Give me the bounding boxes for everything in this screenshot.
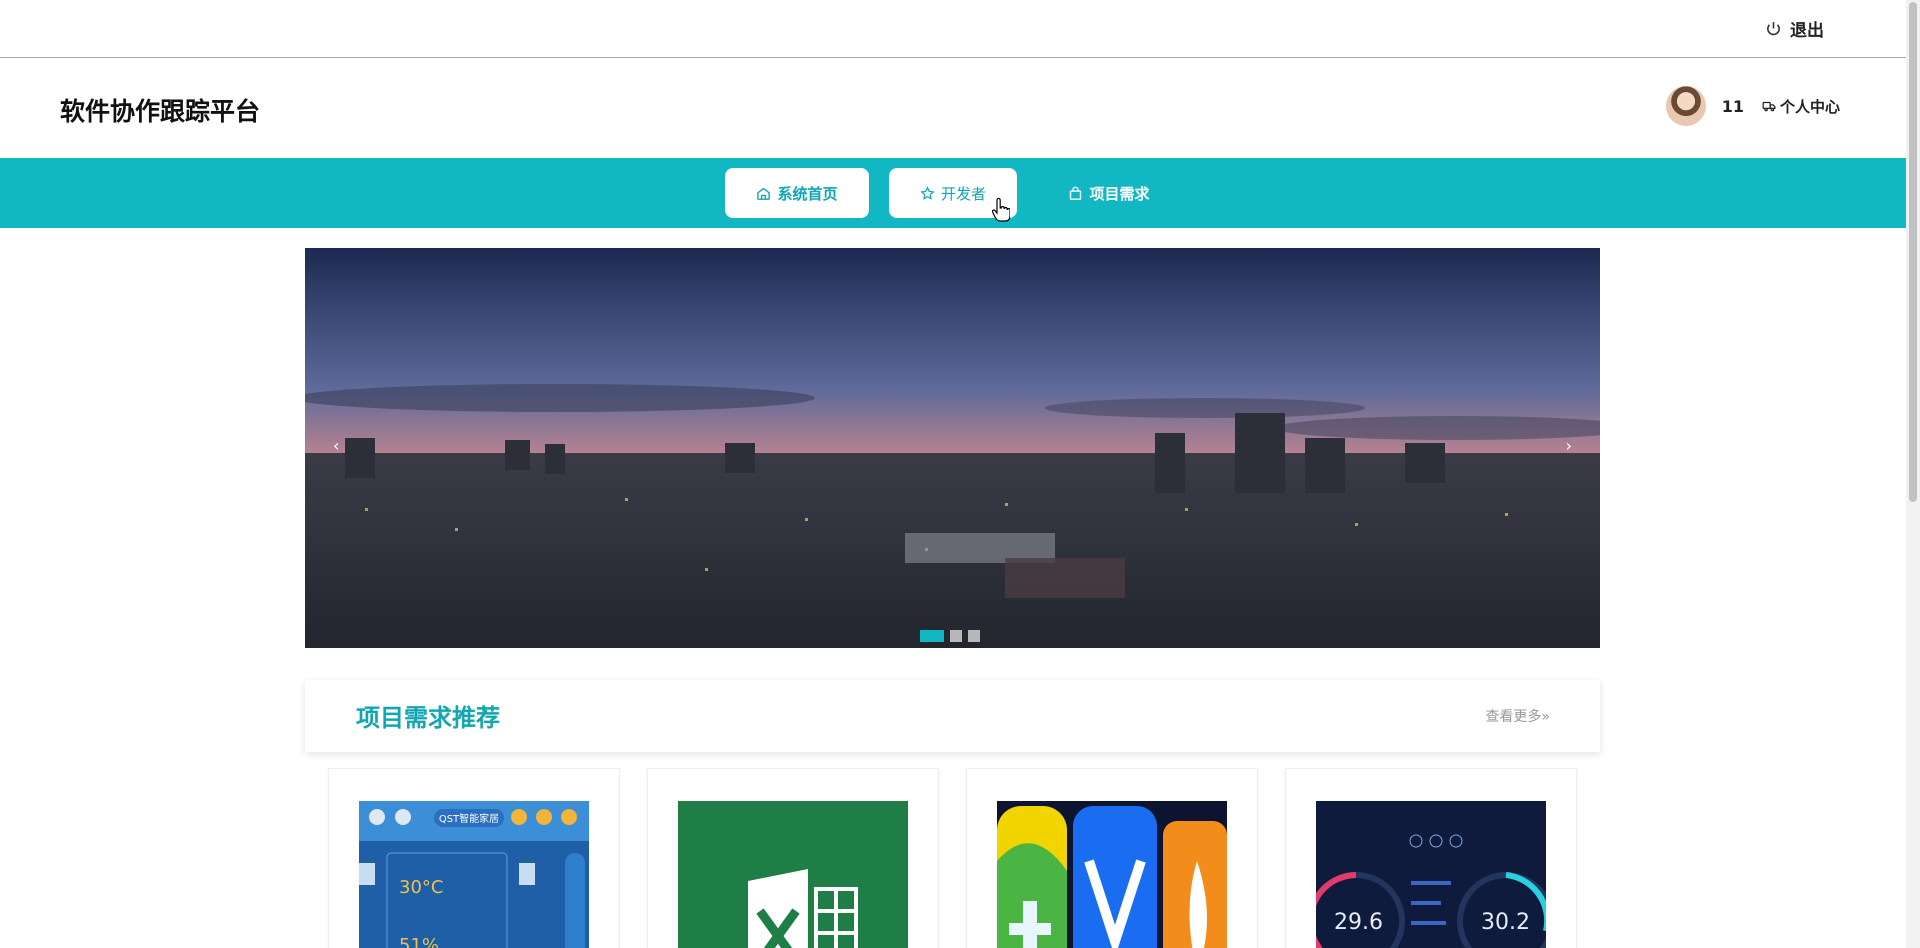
hand-cursor-icon [992,198,1010,222]
dashboard-gauges-thumbnail: 29.6 30.2 [1316,801,1546,948]
user-area: 11 个人中心 [1665,86,1840,126]
personal-center-label: 个人中心 [1779,97,1840,116]
carousel-dot[interactable] [950,630,962,642]
banner-carousel[interactable]: ‹ › [305,248,1600,648]
power-icon [1767,22,1780,36]
scrollbar-thumb[interactable] [1909,2,1917,502]
carousel-dot[interactable] [920,630,944,642]
star-icon [920,185,935,200]
view-more-link[interactable]: 查看更多» [1485,706,1550,726]
carousel-dot[interactable] [968,630,980,642]
main-nav: 系统首页 开发者 项目需求 [0,158,1906,228]
project-card[interactable] [647,768,939,948]
recommend-section-header: 项目需求推荐 查看更多» [305,680,1600,752]
excel-logo-thumbnail [678,801,908,948]
project-card-list: QST智能家居 30°C 51% 29.6 30.2 [328,768,1578,948]
project-card[interactable]: QST智能家居 30°C 51% [328,768,620,948]
app-icons-thumbnail [997,801,1227,948]
section-title: 项目需求推荐 [356,704,500,732]
bag-icon [1070,186,1082,200]
nav-requirements-label: 项目需求 [1089,184,1150,203]
nav-home-label: 系统首页 [777,184,838,203]
home-icon [757,187,771,200]
panel-brand-text: QST智能家居 [439,812,499,825]
logout-label: 退出 [1790,21,1824,41]
header: 软件协作跟踪平台 11 个人中心 [0,58,1906,158]
carousel-indicators [920,630,980,642]
nav-developer-label: 开发者 [940,184,986,203]
project-card[interactable]: 29.6 30.2 [1285,768,1577,948]
gauge-right-text: 30.2 [1481,910,1530,935]
site-title: 软件协作跟踪平台 [60,97,261,126]
city-skyline-image [305,248,1600,648]
username: 11 [1721,96,1744,116]
panel-humidity-text: 51% [399,935,439,948]
gauge-left-text: 29.6 [1334,910,1383,935]
logout-button[interactable]: 退出 [1765,16,1824,41]
panel-temperature-text: 30°C [399,877,443,898]
avatar[interactable] [1665,86,1706,126]
project-card[interactable] [966,768,1258,948]
top-bar: 退出 [0,0,1906,58]
personal-center-link[interactable]: 个人中心 [1762,96,1840,117]
carousel-next-arrow[interactable]: › [1566,436,1572,455]
smart-home-panel-thumbnail: QST智能家居 30°C 51% [359,801,589,948]
carousel-prev-arrow[interactable]: ‹ [333,436,339,455]
page-scrollbar[interactable] [1906,0,1920,948]
truck-icon [1762,101,1776,112]
page: 退出 软件协作跟踪平台 11 个人中心 系统首页 开发者 项目需求 ‹ › 项目… [0,0,1920,948]
nav-home[interactable]: 系统首页 [725,168,869,218]
nav-requirements[interactable]: 项目需求 [1046,168,1172,218]
